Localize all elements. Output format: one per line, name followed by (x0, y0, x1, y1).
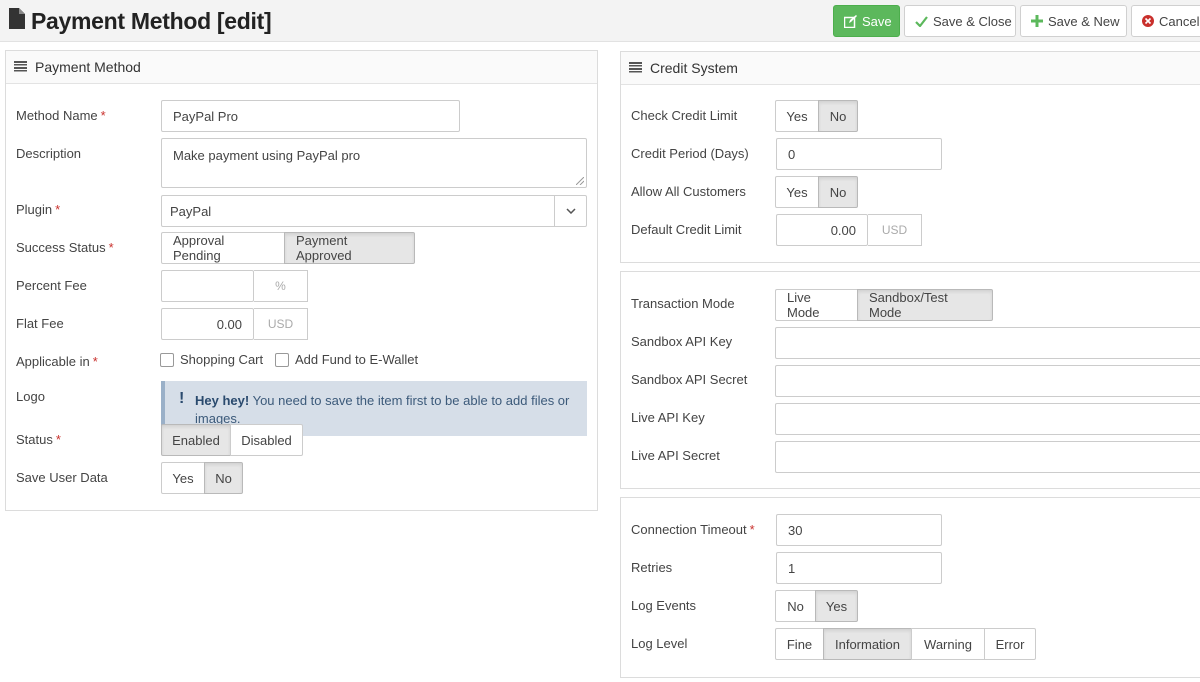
cancel-circle-icon (1142, 15, 1154, 27)
check-credit-limit-label: Check Credit Limit (631, 108, 738, 123)
sandbox-api-secret-label: Sandbox API Secret (631, 372, 748, 387)
connection-timeout-label: Connection Timeout * (631, 522, 755, 537)
save-button[interactable]: Save (833, 5, 900, 37)
error-option[interactable]: Error (984, 628, 1036, 660)
alert-strong-text: Hey hey! (195, 393, 250, 408)
yes-option[interactable]: Yes (161, 462, 205, 494)
list-icon (14, 59, 35, 75)
usd-addon: USD (868, 214, 922, 246)
check-icon (915, 15, 928, 27)
plugin-select[interactable]: PayPal (161, 195, 587, 227)
save-close-button[interactable]: Save & Close (904, 5, 1016, 37)
credit-period-label: Credit Period (Days) (631, 146, 749, 161)
percent-fee-label: Percent Fee (16, 278, 87, 293)
save-user-data-toggle: Yes No (161, 462, 243, 494)
page-title: Payment Method [edit] (8, 6, 272, 36)
live-mode-option[interactable]: Live Mode (775, 289, 858, 321)
panel-header: Credit System (621, 52, 1200, 85)
add-fund-ewallet-checkbox[interactable]: Add Fund to E-Wallet (275, 352, 418, 367)
transaction-mode-label: Transaction Mode (631, 296, 735, 311)
live-api-key-label: Live API Key (631, 410, 705, 425)
panel-title: Payment Method (35, 59, 141, 75)
cancel-button[interactable]: Cancel (1131, 5, 1200, 37)
alert-text: You need to save the item first to be ab… (195, 393, 570, 426)
no-option[interactable]: No (204, 462, 243, 494)
exclamation-icon: ! (179, 390, 185, 407)
retries-label: Retries (631, 560, 673, 575)
shopping-cart-checkbox[interactable]: Shopping Cart (160, 352, 263, 367)
method-name-label: Method Name * (16, 108, 106, 123)
payment-approved-option[interactable]: Payment Approved (284, 232, 415, 264)
sandbox-api-key-label: Sandbox API Key (631, 334, 733, 349)
save-user-data-label: Save User Data (16, 470, 108, 485)
log-level-label: Log Level (631, 636, 688, 651)
default-credit-limit-label: Default Credit Limit (631, 222, 742, 237)
information-option[interactable]: Information (823, 628, 912, 660)
toolbar: Payment Method [edit] Save Save & Close … (0, 0, 1200, 42)
description-label: Description (16, 146, 82, 161)
approval-pending-option[interactable]: Approval Pending (161, 232, 285, 264)
default-credit-limit-input[interactable]: 0.00 (776, 214, 868, 246)
checkbox-box[interactable] (160, 352, 174, 367)
description-textarea[interactable]: Make payment using PayPal pro (161, 138, 587, 188)
yes-option[interactable]: Yes (775, 100, 819, 132)
yes-option[interactable]: Yes (815, 590, 858, 622)
disabled-option[interactable]: Disabled (230, 424, 303, 456)
success-status-label: Success Status * (16, 240, 114, 255)
log-events-toggle: No Yes (775, 590, 858, 622)
percent-addon: % (254, 270, 308, 302)
page-title-text: Payment Method [edit] (31, 7, 272, 34)
sandbox-test-mode-option[interactable]: Sandbox/Test Mode (857, 289, 993, 321)
no-option[interactable]: No (775, 590, 816, 622)
document-icon (8, 7, 31, 35)
usd-addon: USD (254, 308, 308, 340)
fine-option[interactable]: Fine (775, 628, 824, 660)
save-new-button[interactable]: Save & New (1020, 5, 1127, 37)
applicable-in-label: Applicable in * (16, 354, 98, 369)
no-option[interactable]: No (818, 176, 858, 208)
live-api-secret-label: Live API Secret (631, 448, 720, 463)
warning-option[interactable]: Warning (911, 628, 985, 660)
logo-label: Logo (16, 389, 45, 404)
plugin-label: Plugin * (16, 202, 61, 217)
flat-fee-input[interactable]: 0.00 (161, 308, 254, 340)
sandbox-api-secret-input[interactable] (775, 365, 1200, 397)
plus-icon (1031, 15, 1043, 27)
sandbox-api-key-input[interactable] (775, 327, 1200, 359)
allow-all-customers-label: Allow All Customers (631, 184, 746, 199)
yes-option[interactable]: Yes (775, 176, 819, 208)
log-events-label: Log Events (631, 598, 697, 613)
method-name-input[interactable]: PayPal Pro (161, 100, 460, 132)
status-toggle: Enabled Disabled (161, 424, 303, 456)
enabled-option[interactable]: Enabled (161, 424, 231, 456)
list-icon (629, 60, 650, 76)
credit-period-input[interactable]: 0 (776, 138, 942, 170)
resize-handle-icon (576, 177, 584, 185)
connection-timeout-input[interactable]: 30 (776, 514, 942, 546)
panel-title: Credit System (650, 60, 738, 76)
checkbox-box[interactable] (275, 352, 289, 367)
check-credit-limit-toggle: Yes No (775, 100, 858, 132)
live-api-key-input[interactable] (775, 403, 1200, 435)
status-label: Status * (16, 432, 61, 447)
retries-input[interactable]: 1 (776, 552, 942, 584)
edit-icon (844, 14, 857, 28)
transaction-mode-toggle: Live Mode Sandbox/Test Mode (775, 289, 993, 321)
percent-fee-input[interactable] (161, 270, 254, 302)
flat-fee-label: Flat Fee (16, 316, 64, 331)
no-option[interactable]: No (818, 100, 858, 132)
chevron-down-icon (554, 195, 586, 227)
success-status-toggle: Approval Pending Payment Approved (161, 232, 415, 264)
panel-header: Payment Method (6, 51, 597, 84)
live-api-secret-input[interactable] (775, 441, 1200, 473)
log-level-toggle: Fine Information Warning Error (775, 628, 1036, 660)
allow-all-customers-toggle: Yes No (775, 176, 858, 208)
